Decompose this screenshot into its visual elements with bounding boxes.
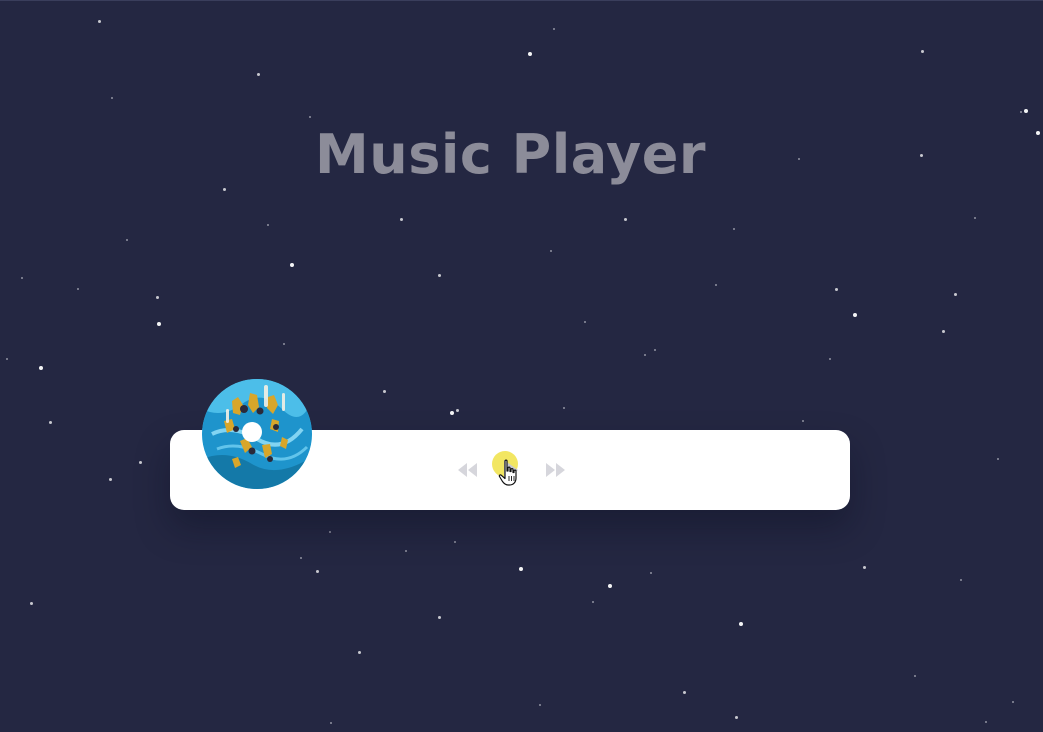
star	[829, 358, 831, 360]
star	[921, 50, 924, 53]
star	[6, 358, 8, 360]
star	[528, 52, 532, 56]
star	[584, 321, 586, 323]
star	[257, 73, 260, 76]
star	[624, 218, 627, 221]
star	[644, 354, 646, 356]
star	[608, 584, 612, 588]
star	[283, 343, 285, 345]
disc-center-hole	[242, 422, 262, 442]
star	[329, 531, 331, 533]
star	[997, 458, 999, 460]
star	[77, 288, 79, 290]
star	[1036, 131, 1040, 135]
star	[733, 228, 735, 230]
star	[683, 691, 686, 694]
star	[735, 716, 738, 719]
rewind-button[interactable]	[456, 461, 480, 479]
star	[954, 293, 957, 296]
star	[438, 616, 441, 619]
star	[853, 313, 857, 317]
star	[316, 570, 319, 573]
star	[802, 420, 804, 422]
star	[49, 421, 52, 424]
star	[519, 567, 523, 571]
star	[400, 218, 403, 221]
star	[383, 390, 386, 393]
starfield-background	[0, 1, 1043, 732]
star	[914, 675, 916, 677]
star	[450, 411, 454, 415]
star	[592, 601, 594, 603]
star	[539, 704, 541, 706]
star	[111, 97, 113, 99]
star	[290, 263, 294, 267]
star	[1012, 701, 1014, 703]
star	[223, 188, 226, 191]
play-icon	[504, 460, 518, 480]
rewind-icon	[458, 463, 477, 477]
star	[835, 288, 838, 291]
star	[715, 284, 717, 286]
star	[126, 239, 128, 241]
star	[39, 366, 43, 370]
fast-forward-button[interactable]	[543, 461, 567, 479]
star	[21, 277, 23, 279]
star	[1024, 109, 1028, 113]
star	[550, 250, 552, 252]
star	[654, 349, 656, 351]
star	[309, 116, 311, 118]
star	[267, 224, 269, 226]
star	[358, 651, 361, 654]
star	[863, 566, 866, 569]
star	[109, 478, 112, 481]
star	[739, 622, 743, 626]
star	[563, 407, 565, 409]
star	[1020, 111, 1022, 113]
page-title: Music Player	[315, 123, 706, 186]
star	[139, 461, 142, 464]
star	[300, 557, 302, 559]
music-player-page: Music Player	[0, 0, 1043, 732]
star	[30, 602, 33, 605]
star	[942, 330, 945, 333]
fast-forward-icon	[546, 463, 565, 477]
star	[456, 409, 459, 412]
star	[98, 20, 101, 23]
star	[960, 579, 962, 581]
star	[405, 550, 407, 552]
play-button[interactable]	[496, 454, 524, 486]
star	[553, 28, 555, 30]
star	[156, 296, 159, 299]
star	[985, 721, 987, 723]
star	[454, 541, 456, 543]
star	[438, 274, 441, 277]
star	[330, 722, 332, 724]
star	[974, 217, 976, 219]
star	[157, 322, 161, 326]
star	[650, 572, 652, 574]
